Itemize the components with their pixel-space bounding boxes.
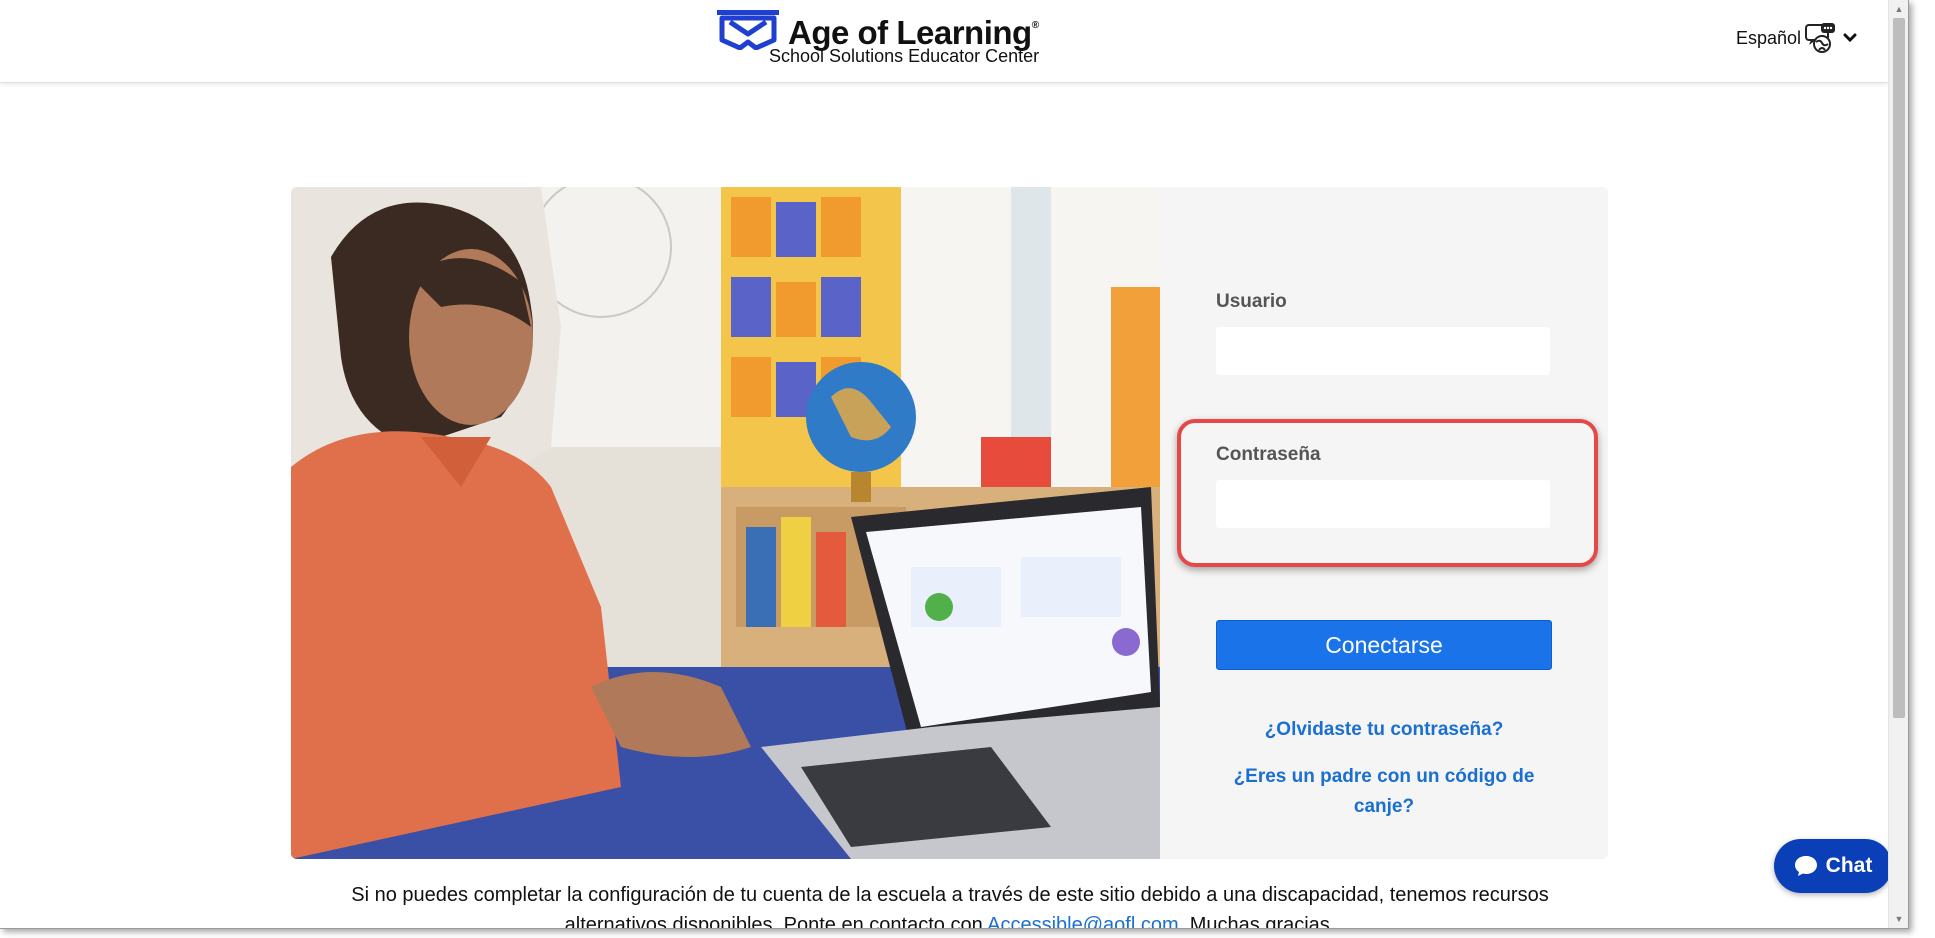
- password-label: Contraseña: [1216, 444, 1321, 465]
- chat-label: Chat: [1825, 854, 1873, 877]
- scroll-up-icon[interactable]: ▲: [1889, 0, 1908, 18]
- vertical-scrollbar[interactable]: ▲ ▼: [1888, 0, 1908, 928]
- teacher-with-laptop-image: [291, 187, 1160, 859]
- password-field[interactable]: [1216, 480, 1550, 528]
- accessibility-notice: Si no puedes completar la configuración …: [330, 880, 1570, 928]
- chevron-down-icon: [1843, 33, 1857, 43]
- language-globe-icon: [1805, 23, 1836, 53]
- accessibility-email-link[interactable]: Accessible@aofl.com: [987, 914, 1178, 928]
- accessibility-text: Si no puedes completar la configuración …: [351, 884, 1549, 928]
- language-label: Español: [1736, 27, 1802, 48]
- login-button[interactable]: Conectarse: [1216, 620, 1552, 670]
- chat-button[interactable]: Chat: [1774, 839, 1888, 893]
- browser-window: Age of Learning® School Solutions Educat…: [0, 0, 1909, 929]
- site-header: Age of Learning® School Solutions Educat…: [0, 0, 1888, 83]
- username-field[interactable]: [1216, 327, 1550, 375]
- forgot-password-link[interactable]: ¿Olvidaste tu contraseña?: [1216, 715, 1552, 745]
- scroll-down-icon[interactable]: ▼: [1889, 910, 1908, 928]
- brand-subtitle: School Solutions Educator Center: [769, 46, 1040, 66]
- login-form: Usuario Contraseña Conectarse ¿Olvidaste…: [1160, 187, 1608, 859]
- page-viewport: Age of Learning® School Solutions Educat…: [0, 0, 1888, 928]
- teacher-photo: [291, 187, 1160, 859]
- chat-bubble-icon: [1794, 856, 1817, 876]
- username-label: Usuario: [1216, 291, 1287, 312]
- accessibility-text-end: . Muchas gracias.: [1178, 914, 1336, 928]
- language-selector[interactable]: Español: [1736, 22, 1857, 54]
- parent-code-link[interactable]: ¿Eres un padre con un código de canje?: [1216, 762, 1552, 822]
- logo-mark-icon: [717, 10, 779, 50]
- login-card: Usuario Contraseña Conectarse ¿Olvidaste…: [291, 187, 1608, 859]
- scrollbar-thumb[interactable]: [1893, 18, 1905, 718]
